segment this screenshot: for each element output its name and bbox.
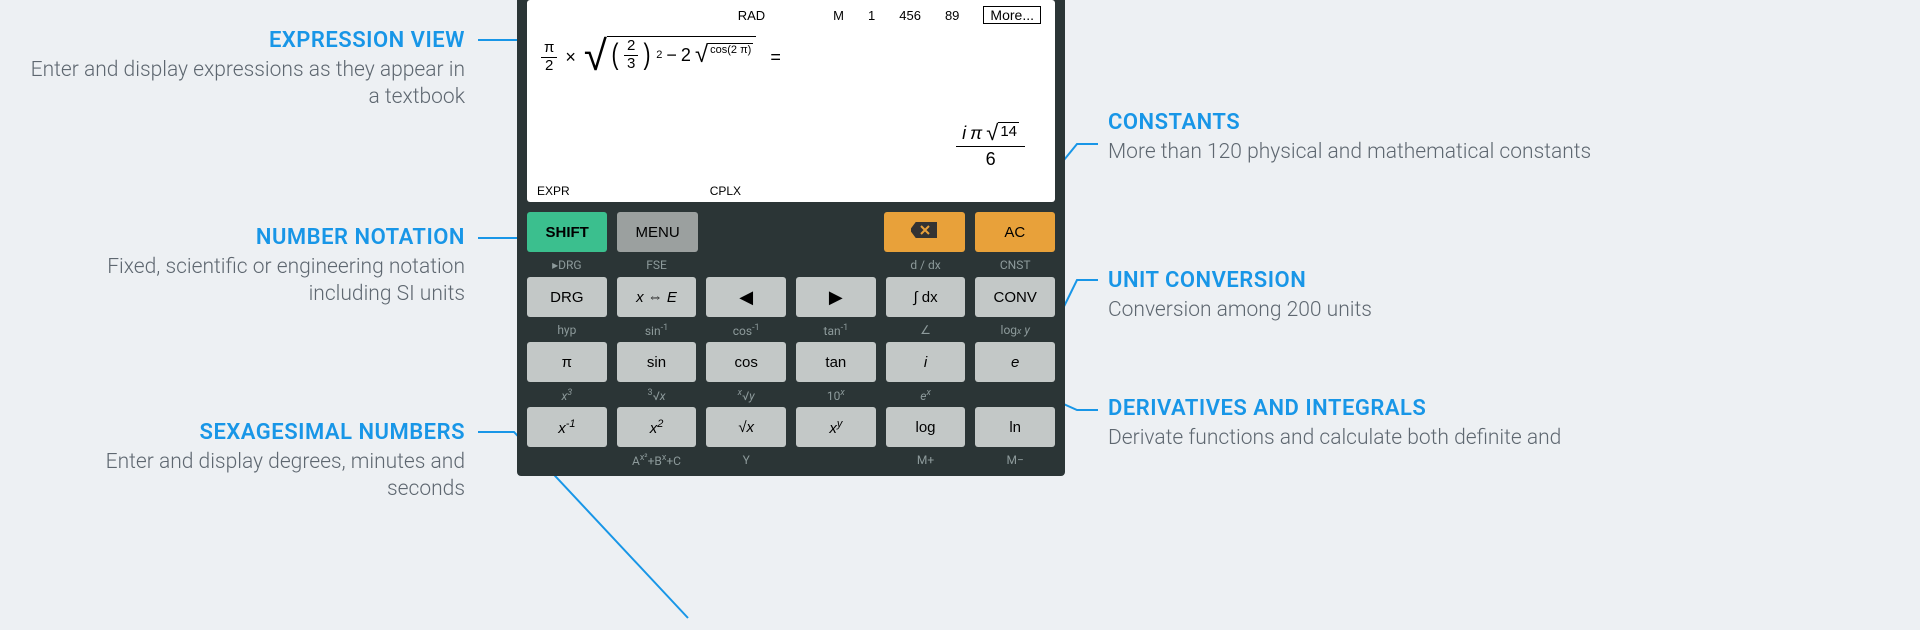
calculator: RAD M 1 456 89 More... π 2 × √ ( [517,0,1065,476]
keypad: SHIFT MENU AC ▸DRG FSE d / dx CNST DRG x… [527,202,1055,472]
pi-button[interactable]: π [527,342,607,382]
x2-button[interactable]: x2 [617,407,697,447]
sub-Mminus: M− [975,453,1055,472]
sin-button[interactable]: sin [617,342,697,382]
callout-expression-view: EXPRESSION VIEW Enter and display expres… [25,28,465,112]
callout-title: CONSTANTS [1108,110,1608,135]
menu-button[interactable]: MENU [617,212,697,252]
result: i π √ 14 6 [956,120,1025,172]
drg-button[interactable]: DRG [527,277,607,317]
shift-button[interactable]: SHIFT [527,212,607,252]
callout-number-notation: NUMBER NOTATION Fixed, scientific or eng… [25,225,465,309]
integral-button[interactable]: ∫ dx [886,277,966,317]
right-button[interactable]: ▶ [796,277,876,317]
e-button[interactable]: e [975,342,1055,382]
callout-title: NUMBER NOTATION [25,225,465,250]
display-bottom: EXPR CPLX [537,184,1045,198]
callout-body: Conversion among 200 units [1108,297,1608,324]
callout-body: More than 120 physical and mathematical … [1108,139,1608,166]
sub-atan: tan-1 [796,323,876,342]
callout-title: SEXAGESIMAL NUMBERS [25,420,465,445]
sub-ex: ex [886,388,966,407]
sub-nroot: x√y [706,388,786,407]
conv-button[interactable]: CONV [975,277,1055,317]
callout-title: DERIVATIVES AND INTEGRALS [1108,396,1608,421]
sub-empty [975,388,1055,407]
frac-pi-2: π 2 [541,40,557,74]
status-m: M [833,8,844,23]
i-button[interactable]: i [886,342,966,382]
callout-constants: CONSTANTS More than 120 physical and mat… [1108,110,1608,166]
sub-angle: ∠ [886,323,966,342]
expression: π 2 × √ ( 2 3 ) 2 − 2 [537,30,1045,78]
status-d1: 1 [868,8,875,23]
tan-button[interactable]: tan [796,342,876,382]
sqrt-button[interactable]: √x [706,407,786,447]
sub-logxy: logx y [975,323,1055,342]
left-button[interactable]: ◀ [706,277,786,317]
sub-10x: 10x [796,388,876,407]
xswape-button[interactable]: x ⇔ E [617,277,697,317]
minus: − [666,45,677,66]
ac-button[interactable]: AC [975,212,1055,252]
sub-empty [527,453,607,472]
backspace-icon [911,222,937,238]
sub-Mplus: M+ [886,453,966,472]
status-d456: 456 [899,8,921,23]
times: × [565,47,576,68]
status-d89: 89 [945,8,959,23]
sub-drg: ▸DRG [527,258,607,277]
sub-empty [796,453,876,472]
display: RAD M 1 456 89 More... π 2 × √ ( [527,0,1055,202]
sub-cbrt: 3√x [617,388,697,407]
sub-x3: x3 [527,388,607,407]
spacer [708,212,874,252]
result-sqrt: √ 14 [986,122,1019,144]
callout-sexagesimal: SEXAGESIMAL NUMBERS Enter and display de… [25,420,465,504]
ln-button[interactable]: ln [975,407,1055,447]
callout-derivatives: DERIVATIVES AND INTEGRALS Derivate funct… [1108,396,1608,452]
xy-button[interactable]: xy [796,407,876,447]
callout-title: UNIT CONVERSION [1108,268,1608,293]
equals: = [770,47,781,68]
xinv-button[interactable]: x-1 [527,407,607,447]
backspace-button[interactable] [884,212,964,252]
status-rad: RAD [738,8,765,23]
two: 2 [681,45,691,66]
sub-fse: FSE [617,258,697,277]
callout-body: Fixed, scientific or engineering notatio… [25,254,465,309]
sub-empty [796,258,876,277]
mode-cplx: CPLX [710,184,741,198]
sub-empty [706,258,786,277]
sub-cnst: CNST [975,258,1055,277]
sub-quadratic: Ax²+Bx+C [617,453,697,472]
callout-body: Enter and display expressions as they ap… [25,57,465,112]
frac-2-3: 2 3 [624,38,638,72]
callout-title: EXPRESSION VIEW [25,28,465,53]
sub-acos: cos-1 [706,323,786,342]
callout-body: Derivate functions and calculate both de… [1108,425,1608,452]
cos-button[interactable]: cos [706,342,786,382]
inner-sqrt: √ cos(2 π) [695,43,753,67]
sub-ddx: d / dx [886,258,966,277]
mode-expr: EXPR [537,184,570,198]
more-button[interactable]: More... [983,6,1041,24]
sub-hyp: hyp [527,323,607,342]
sub-Y: Y [706,453,786,472]
sub-asin: sin-1 [617,323,697,342]
log-button[interactable]: log [886,407,966,447]
outer-sqrt: √ ( 2 3 ) 2 − 2 √ cos(2 π) [584,36,756,78]
callout-body: Enter and display degrees, minutes and s… [25,449,465,504]
callout-unit-conversion: UNIT CONVERSION Conversion among 200 uni… [1108,268,1608,324]
status-bar: RAD M 1 456 89 More... [537,6,1045,24]
